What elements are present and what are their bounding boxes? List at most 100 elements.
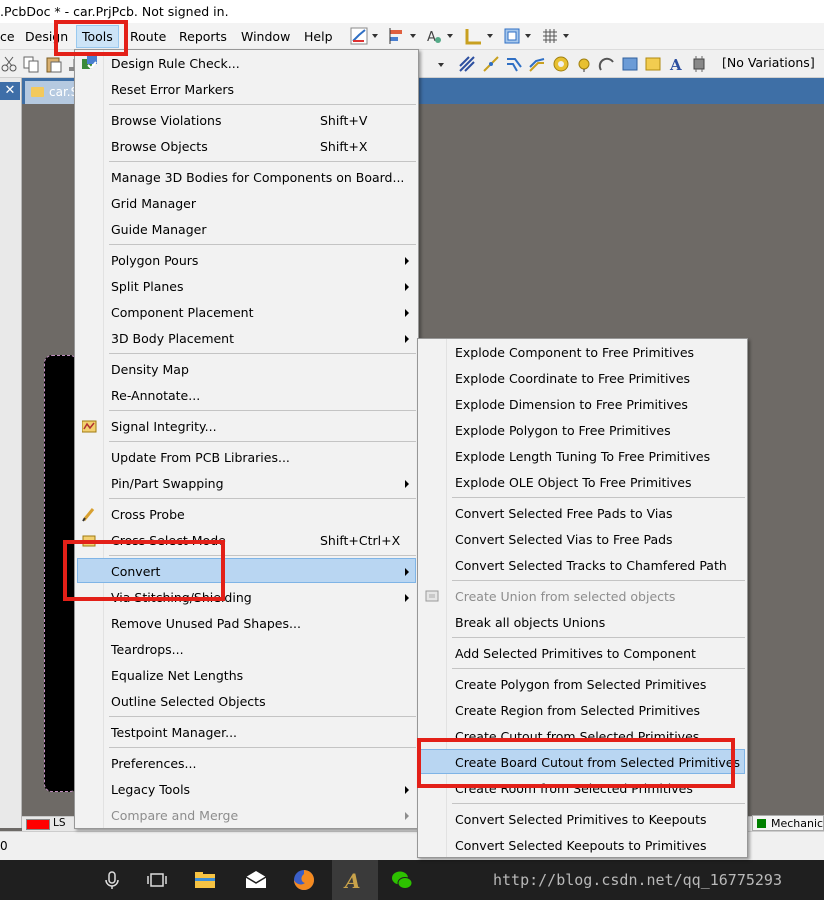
union-icon xyxy=(425,589,440,604)
svg-text:A: A xyxy=(343,869,361,893)
submenu-arrow-icon xyxy=(405,568,409,576)
copy-icon[interactable] xyxy=(22,55,40,73)
menu-item-teardrops[interactable]: Teardrops... xyxy=(77,637,416,662)
submenu-item-vias-to-pads[interactable]: Convert Selected Vias to Free Pads xyxy=(420,527,745,552)
submenu-item-explode-ole-object[interactable]: Explode OLE Object To Free Primitives xyxy=(420,470,745,495)
menu-item-remove-unused-pad-shapes[interactable]: Remove Unused Pad Shapes... xyxy=(77,611,416,636)
route-multiple-icon[interactable] xyxy=(505,55,523,73)
menu-item-via-stitching-shielding[interactable]: Via Stitching/Shielding xyxy=(77,585,416,610)
mail-icon[interactable] xyxy=(244,868,268,892)
interactive-routing-icon[interactable] xyxy=(350,27,378,45)
submenu-item-tracks-to-chamfered-path[interactable]: Convert Selected Tracks to Chamfered Pat… xyxy=(420,553,745,578)
microphone-icon[interactable] xyxy=(100,868,124,892)
file-explorer-icon[interactable] xyxy=(193,868,217,892)
menu-item-3d-body-placement[interactable]: 3D Body Placement xyxy=(77,326,416,351)
menu-tools[interactable]: Tools xyxy=(76,25,119,48)
menu-item-grid-manager[interactable]: Grid Manager xyxy=(77,191,416,216)
watermark-text: http://blog.csdn.net/qq_16775293 xyxy=(493,871,782,889)
menu-item-guide-manager[interactable]: Guide Manager xyxy=(77,217,416,242)
cross-select-icon xyxy=(82,533,97,548)
variations-selector[interactable]: [No Variations] xyxy=(722,55,815,70)
measure-icon[interactable] xyxy=(465,27,493,45)
submenu-item-create-board-cutout[interactable]: Create Board Cutout from Selected Primit… xyxy=(420,749,745,774)
mechanical-layer-tab[interactable]: Mechanica xyxy=(752,815,824,831)
board-outline[interactable] xyxy=(44,355,78,792)
select-overlap-icon[interactable] xyxy=(458,55,476,73)
submenu-item-create-cutout[interactable]: Create Cutout from Selected Primitives xyxy=(420,724,745,749)
place-via-icon[interactable] xyxy=(552,55,570,73)
submenu-arrow-icon xyxy=(405,786,409,794)
tools-menu: Design Rule Check... Reset Error Markers… xyxy=(74,49,419,829)
menu-item-manage-3d-bodies[interactable]: Manage 3D Bodies for Components on Board… xyxy=(77,165,416,190)
svg-text:A: A xyxy=(427,30,436,45)
menu-route[interactable]: Route xyxy=(130,29,166,44)
menu-item-density-map[interactable]: Density Map xyxy=(77,357,416,382)
place-string-icon[interactable]: A xyxy=(425,27,453,45)
interactive-route-icon[interactable] xyxy=(482,55,500,73)
task-view-icon[interactable] xyxy=(145,868,169,892)
menu-item-browse-violations[interactable]: Browse Violations Shift+V xyxy=(77,108,416,133)
menu-item-browse-objects[interactable]: Browse Objects Shift+X xyxy=(77,134,416,159)
place-polygon-icon[interactable] xyxy=(644,55,662,73)
menu-item-signal-integrity[interactable]: Signal Integrity... xyxy=(77,414,416,439)
submenu-item-primitives-to-keepouts[interactable]: Convert Selected Primitives to Keepouts xyxy=(420,807,745,832)
place-component-icon[interactable] xyxy=(690,55,708,73)
menu-item-preferences[interactable]: Preferences... xyxy=(77,751,416,776)
submenu-item-keepouts-to-primitives[interactable]: Convert Selected Keepouts to Primitives xyxy=(420,833,745,858)
cut-icon[interactable] xyxy=(0,55,18,73)
submenu-item-create-region[interactable]: Create Region from Selected Primitives xyxy=(420,698,745,723)
menu-item-testpoint-manager[interactable]: Testpoint Manager... xyxy=(77,720,416,745)
menu-design[interactable]: Design xyxy=(25,29,68,44)
menu-item-reset-error-markers[interactable]: Reset Error Markers xyxy=(77,77,416,102)
menu-item-cross-probe[interactable]: Cross Probe xyxy=(77,502,416,527)
submenu-item-break-unions[interactable]: Break all objects Unions xyxy=(420,610,745,635)
signal-integrity-icon xyxy=(81,419,97,434)
cross-probe-icon xyxy=(82,507,97,522)
submenu-item-explode-coordinate[interactable]: Explode Coordinate to Free Primitives xyxy=(420,366,745,391)
submenu-item-explode-polygon[interactable]: Explode Polygon to Free Primitives xyxy=(420,418,745,443)
convert-submenu: Explode Component to Free Primitives Exp… xyxy=(417,338,748,858)
submenu-item-explode-length-tuning[interactable]: Explode Length Tuning To Free Primitives xyxy=(420,444,745,469)
menu-reports[interactable]: Reports xyxy=(179,29,227,44)
menu-item-convert[interactable]: Convert xyxy=(77,558,416,583)
room-icon[interactable] xyxy=(503,27,531,45)
submenu-item-explode-dimension[interactable]: Explode Dimension to Free Primitives xyxy=(420,392,745,417)
place-pad-icon[interactable] xyxy=(575,55,593,73)
submenu-item-create-polygon[interactable]: Create Polygon from Selected Primitives xyxy=(420,672,745,697)
submenu-item-pads-to-vias[interactable]: Convert Selected Free Pads to Vias xyxy=(420,501,745,526)
menu-item-component-placement[interactable]: Component Placement xyxy=(77,300,416,325)
menu-item-outline-selected-objects[interactable]: Outline Selected Objects xyxy=(77,689,416,714)
place-fill-icon[interactable] xyxy=(621,55,639,73)
toolbar-dropdown-icon[interactable] xyxy=(436,55,446,73)
diff-pair-icon[interactable] xyxy=(528,55,546,73)
submenu-arrow-icon xyxy=(405,480,409,488)
menu-window[interactable]: Window xyxy=(241,29,290,44)
menu-help[interactable]: Help xyxy=(304,29,333,44)
align-icon[interactable] xyxy=(388,27,416,45)
wechat-icon[interactable] xyxy=(390,868,414,892)
submenu-item-add-primitives-to-component[interactable]: Add Selected Primitives to Component xyxy=(420,641,745,666)
mechanical-layer-swatch xyxy=(757,819,766,828)
menu-item-legacy-tools[interactable]: Legacy Tools xyxy=(77,777,416,802)
altium-icon[interactable]: A xyxy=(332,860,378,900)
layer-set-label[interactable]: LS xyxy=(53,817,66,829)
menu-item-equalize-net-lengths[interactable]: Equalize Net Lengths xyxy=(77,663,416,688)
close-icon[interactable]: ✕ xyxy=(0,82,20,100)
layer-color-swatch[interactable] xyxy=(26,819,50,830)
menu-item-update-from-pcb-libraries[interactable]: Update From PCB Libraries... xyxy=(77,445,416,470)
menu-item-design-rule-check[interactable]: Design Rule Check... xyxy=(77,51,416,76)
menu-item-re-annotate[interactable]: Re-Annotate... xyxy=(77,383,416,408)
mechanical-layer-label: Mechanica xyxy=(771,817,824,830)
menu-item-cross-select-mode[interactable]: Cross Select Mode Shift+Ctrl+X xyxy=(77,528,416,553)
submenu-item-create-room[interactable]: Create Room from Selected Primitives xyxy=(420,776,745,801)
menu-item-pin-part-swapping[interactable]: Pin/Part Swapping xyxy=(77,471,416,496)
firefox-icon[interactable] xyxy=(292,868,316,892)
menu-item-polygon-pours[interactable]: Polygon Pours xyxy=(77,248,416,273)
place-string-text-icon[interactable]: A xyxy=(667,55,685,74)
grid-icon[interactable] xyxy=(541,27,569,45)
place-arc-icon[interactable] xyxy=(598,55,616,73)
paste-icon[interactable] xyxy=(45,55,63,73)
menu-place[interactable]: ce xyxy=(0,29,15,44)
menu-item-split-planes[interactable]: Split Planes xyxy=(77,274,416,299)
submenu-item-explode-component[interactable]: Explode Component to Free Primitives xyxy=(420,340,745,365)
